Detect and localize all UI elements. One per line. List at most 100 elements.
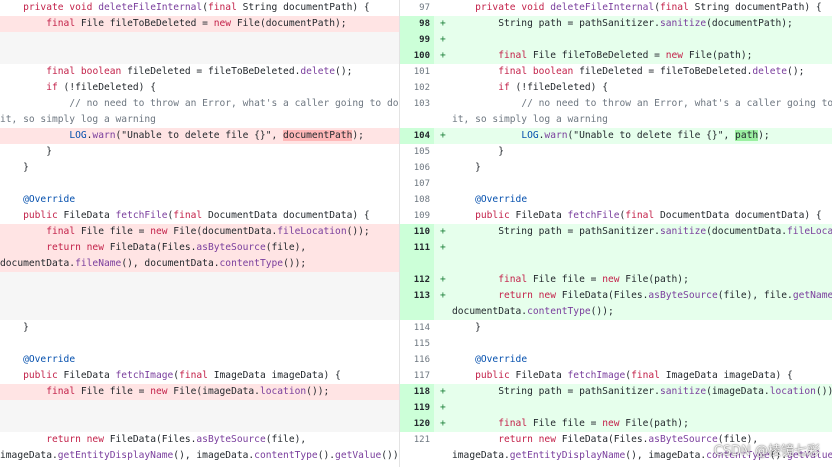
code-token: sanitize xyxy=(659,226,707,237)
code-token: String path = pathSanitizer. xyxy=(452,226,660,237)
code-token: } xyxy=(452,146,504,157)
code-token: ()); xyxy=(306,386,330,397)
code-token: @Override xyxy=(475,194,528,205)
code-token: FileData xyxy=(509,210,568,221)
code-line: public FileData fetchFile(final Document… xyxy=(452,208,822,224)
code-token: getName xyxy=(792,290,832,301)
line-number: 99 xyxy=(400,32,434,48)
code-token: FileData xyxy=(57,370,116,381)
code-line: return new FileData(Files.asByteSource(f… xyxy=(0,240,306,256)
code-token: (documentPath); xyxy=(706,18,793,29)
code-token: final xyxy=(631,370,660,381)
code-token: } xyxy=(0,146,52,157)
code-token: new xyxy=(150,226,168,237)
code-line: @Override xyxy=(452,192,527,208)
diff-line: final boolean fileDeleted = fileToBeDele… xyxy=(0,64,399,80)
code-line: LOG.warn("Unable to delete file {}", pat… xyxy=(452,128,770,144)
code-token: warn xyxy=(544,130,568,141)
line-number: 100 xyxy=(400,48,434,64)
code-line: final File file = new File(imageData.loc… xyxy=(0,384,329,400)
diff-line: 117 public FileData fetchImage(final Ima… xyxy=(400,368,832,384)
diff-line: 118 + String path = pathSanitizer.sanitiz… xyxy=(400,384,832,400)
line-number xyxy=(400,256,434,272)
diff-sign: + xyxy=(440,386,446,397)
diff-line: return new FileData(Files.asByteSource(f… xyxy=(0,240,399,256)
diff-line: 108 @Override xyxy=(400,192,832,208)
code-token: it, so simply log a warning xyxy=(452,114,608,125)
code-token: (); xyxy=(335,66,353,77)
diff-sign: + xyxy=(440,18,446,29)
diff-sign: + xyxy=(440,242,446,253)
line-number: 104 xyxy=(400,128,434,144)
new-file-pane[interactable]: 97 private void deleteFileInternal(final… xyxy=(400,0,832,467)
code-token: return xyxy=(46,434,81,445)
code-token: if xyxy=(498,82,510,93)
diff-line: 104 + LOG.warn("Unable to delete file {}"… xyxy=(400,128,832,144)
code-token: final xyxy=(207,2,237,13)
code-token: fetchImage xyxy=(567,370,626,381)
code-token: (), imageData. xyxy=(173,450,255,461)
line-number: 116 xyxy=(413,355,430,365)
code-token: new xyxy=(150,386,168,397)
code-line: return new FileData(Files.asByteSource(f… xyxy=(452,288,832,304)
code-token: location xyxy=(769,386,816,397)
code-token: final xyxy=(498,66,528,77)
code-token: final xyxy=(46,226,76,237)
code-token: (); xyxy=(787,66,805,77)
code-token: FileData(Files. xyxy=(103,434,197,445)
diff-filler-row xyxy=(0,48,399,64)
code-line: final File fileToBeDeleted = new File(pa… xyxy=(452,48,752,64)
code-token: ("Unable to delete file {}", xyxy=(567,130,736,141)
code-token: } xyxy=(452,322,481,333)
line-number xyxy=(400,304,434,320)
diff-line xyxy=(0,336,399,352)
code-line: final boolean fileDeleted = fileToBeDele… xyxy=(0,64,352,80)
code-token: contentType xyxy=(527,306,591,317)
code-token: return xyxy=(498,434,533,445)
code-token: final xyxy=(498,50,528,61)
diff-line: public FileData fetchFile(final Document… xyxy=(0,208,399,224)
code-line: } xyxy=(452,144,504,160)
code-token: ()); xyxy=(283,258,307,269)
code-token: fileName xyxy=(75,258,122,269)
code-line: String path = pathSanitizer.sanitize(doc… xyxy=(452,16,793,32)
code-token: public xyxy=(23,370,58,381)
old-file-pane[interactable]: private void deleteFileInternal(final St… xyxy=(0,0,399,467)
line-number: 109 xyxy=(413,211,430,221)
line-number: 118 xyxy=(400,384,434,400)
diff-sign: + xyxy=(440,274,446,285)
line-number: 105 xyxy=(413,147,430,157)
diff-line: it, so simply log a warning xyxy=(0,112,399,128)
diff-line: 116 @Override xyxy=(400,352,832,368)
code-token: fetchImage xyxy=(115,370,174,381)
line-number: 114 xyxy=(413,323,430,333)
diff-sign: + xyxy=(440,34,446,45)
code-line: final boolean fileDeleted = fileToBeDele… xyxy=(452,64,804,80)
code-token: fetchFile xyxy=(115,210,168,221)
code-line: } xyxy=(452,320,481,336)
code-line: @Override xyxy=(0,352,75,368)
code-token: contentType xyxy=(219,258,284,269)
diff-filler-row xyxy=(0,272,399,288)
diff-line: 109 public FileData fetchFile(final Docu… xyxy=(400,208,832,224)
code-line: public FileData fetchImage(final ImageDa… xyxy=(0,368,341,384)
code-token: (), documentData. xyxy=(121,258,220,269)
code-line: imageData.getEntityDisplayName(), imageD… xyxy=(0,448,399,464)
code-line: // no need to throw an Error, what's a c… xyxy=(452,96,832,112)
code-token: documentData. xyxy=(0,258,76,269)
code-token: final xyxy=(179,370,208,381)
diff-line: @Override xyxy=(0,192,399,208)
code-token: final xyxy=(173,210,203,221)
diff-filler-row xyxy=(0,304,399,320)
diff-line: 112 + final File file = new File(path); xyxy=(400,272,832,288)
diff-line xyxy=(400,256,832,272)
code-token: ()); xyxy=(346,226,370,237)
code-line: LOG.warn("Unable to delete file {}", doc… xyxy=(0,128,364,144)
